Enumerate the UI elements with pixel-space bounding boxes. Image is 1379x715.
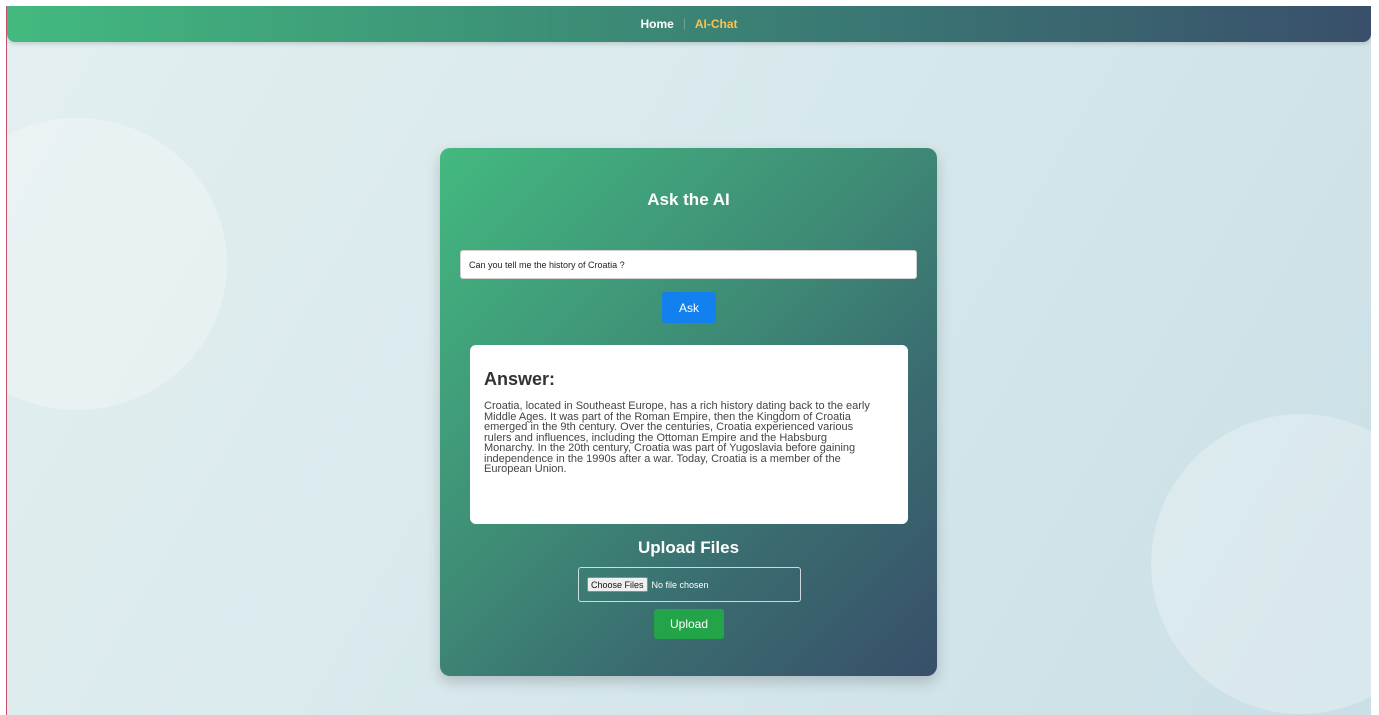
upload-button[interactable]: Upload bbox=[654, 609, 724, 639]
ask-title: Ask the AI bbox=[647, 190, 730, 209]
answer-heading: Answer: bbox=[484, 369, 556, 389]
answer-text: Croatia, located in Southeast Europe, ha… bbox=[484, 400, 870, 475]
ai-chat-card: Ask the AI Ask Answer: Croatia, located … bbox=[440, 148, 937, 676]
question-input[interactable] bbox=[460, 250, 917, 279]
nav-link-ai-chat[interactable]: AI-Chat bbox=[685, 17, 748, 31]
answer-panel: Answer: Croatia, located in Southeast Eu… bbox=[470, 345, 908, 524]
top-navbar: Home AI-Chat bbox=[7, 6, 1371, 42]
nav-link-home[interactable]: Home bbox=[630, 17, 683, 31]
page-background: Home AI-Chat Ask the AI Ask Answer: Croa… bbox=[6, 6, 1371, 715]
ask-button[interactable]: Ask bbox=[662, 292, 716, 323]
file-status-text: No file chosen bbox=[651, 579, 709, 590]
upload-title: Upload Files bbox=[637, 538, 740, 557]
decorative-circle-left bbox=[7, 118, 227, 410]
decorative-circle-right bbox=[1151, 414, 1371, 714]
file-input[interactable]: Choose Files No file chosen bbox=[578, 567, 801, 602]
choose-files-button[interactable]: Choose Files bbox=[587, 577, 648, 592]
